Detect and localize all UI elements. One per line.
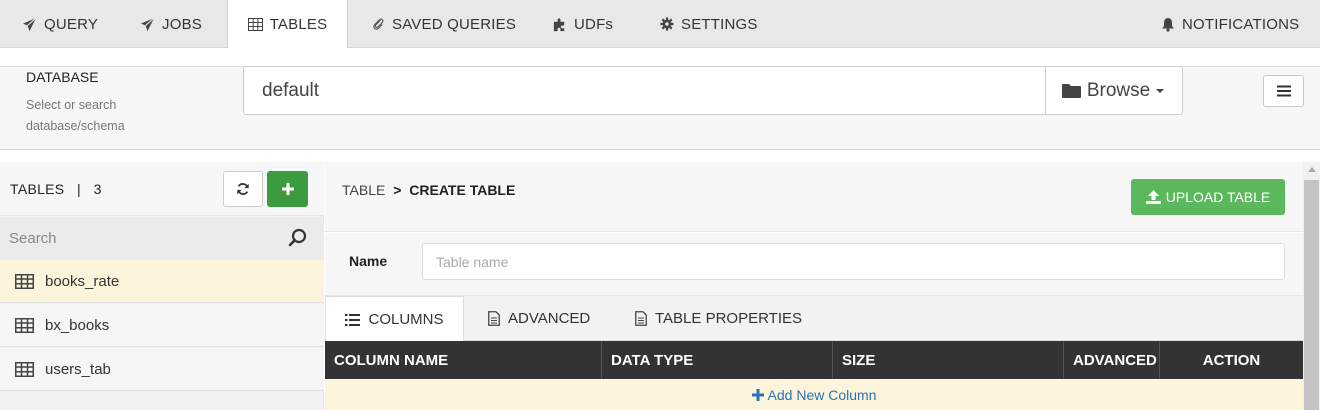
scroll-up-arrow-icon[interactable] <box>1308 167 1316 172</box>
document-icon <box>635 311 647 326</box>
table-item-bx-books[interactable]: bx_books <box>0 304 324 347</box>
search-icon[interactable] <box>288 228 308 248</box>
tab-columns[interactable]: COLUMNS <box>325 296 464 342</box>
name-label: Name <box>349 253 388 269</box>
header-column-name: COLUMN NAME <box>325 341 602 379</box>
upload-label: UPLOAD TABLE <box>1165 189 1271 205</box>
tab-saved-queries[interactable]: SAVED QUERIES <box>372 0 516 48</box>
table-name-input[interactable]: Table name <box>422 243 1285 280</box>
browse-button[interactable]: Browse <box>1045 66 1183 115</box>
table-icon <box>15 273 34 289</box>
tab-label: ADVANCED <box>508 310 591 327</box>
tab-udfs[interactable]: UDFs <box>552 0 613 48</box>
header-data-type: DATA TYPE <box>602 341 833 379</box>
tab-jobs[interactable]: JOBS <box>140 0 202 48</box>
folder-icon <box>1061 84 1081 98</box>
breadcrumb: TABLE > CREATE TABLE <box>342 182 515 198</box>
tables-count-value: 3 <box>93 181 102 197</box>
table-name: books_rate <box>45 272 120 290</box>
tab-settings[interactable]: SETTINGS <box>660 0 758 48</box>
header-size: SIZE <box>833 341 1064 379</box>
columns-table-header: COLUMN NAME DATA TYPE SIZE ADVANCED ACTI… <box>325 341 1303 379</box>
gear-icon <box>660 17 674 31</box>
document-icon <box>488 311 500 326</box>
database-bar: DATABASE Select or search database/schem… <box>0 66 1320 150</box>
tables-count: TABLES | 3 <box>10 181 102 197</box>
bell-icon <box>1162 17 1174 32</box>
list-icon <box>345 313 361 326</box>
hamburger-icon <box>1276 85 1291 97</box>
paper-plane-icon <box>22 17 37 31</box>
create-table-panel: TABLE > CREATE TABLE UPLOAD TABLE Name T… <box>325 162 1303 410</box>
tab-label: JOBS <box>162 15 202 33</box>
tab-query[interactable]: QUERY <box>22 0 98 48</box>
top-nav: QUERY JOBS TABLES SAVED QUERIES UDFs SET… <box>0 0 1320 48</box>
menu-button[interactable] <box>1263 75 1304 107</box>
browse-label: Browse <box>1086 79 1151 101</box>
refresh-icon <box>237 183 249 195</box>
refresh-button[interactable] <box>223 171 263 207</box>
tables-title: TABLES <box>10 181 65 197</box>
tables-separator: | <box>68 181 90 197</box>
table-icon <box>15 361 34 377</box>
table-name-row: Name Table name <box>325 233 1303 296</box>
database-input[interactable]: default <box>243 66 1046 115</box>
puzzle-icon <box>553 17 565 31</box>
tab-label: UDFs <box>574 15 614 33</box>
create-table-tabs: COLUMNS ADVANCED TABLE PROPERTIES <box>325 296 1303 342</box>
table-name: users_tab <box>45 360 111 378</box>
tab-label: SAVED QUERIES <box>392 15 517 33</box>
database-title: DATABASE <box>26 69 99 85</box>
table-search[interactable]: Search <box>0 217 324 260</box>
panel-header: TABLE > CREATE TABLE UPLOAD TABLE <box>325 162 1303 232</box>
table-icon <box>15 317 34 333</box>
paper-plane-icon <box>140 17 155 31</box>
tab-table-properties[interactable]: TABLE PROPERTIES <box>635 296 802 341</box>
breadcrumb-current: CREATE TABLE <box>409 182 516 198</box>
add-table-button[interactable] <box>267 171 308 207</box>
table-item-users-tab[interactable]: users_tab <box>0 348 324 391</box>
tab-label: SETTINGS <box>681 15 758 33</box>
plus-icon <box>281 183 294 195</box>
tab-tables[interactable]: TABLES <box>227 0 348 48</box>
table-icon <box>247 17 263 31</box>
header-action: ACTION <box>1202 351 1261 369</box>
tab-advanced[interactable]: ADVANCED <box>488 296 590 341</box>
add-column-row: Add New Column <box>325 379 1303 410</box>
notifications-button[interactable]: NOTIFICATIONS <box>1161 0 1299 48</box>
plus-icon <box>751 388 764 401</box>
table-item-books-rate[interactable]: books_rate <box>0 260 324 303</box>
add-column-link[interactable]: Add New Column <box>768 387 877 403</box>
search-input[interactable]: Search <box>9 230 57 247</box>
tab-label: TABLE PROPERTIES <box>655 310 802 327</box>
paperclip-icon <box>373 18 384 30</box>
caret-down-icon <box>1156 88 1165 93</box>
breadcrumb-root[interactable]: TABLE <box>342 182 385 198</box>
tab-label: COLUMNS <box>368 311 444 328</box>
header-advanced: ADVANCED <box>1064 341 1160 379</box>
breadcrumb-separator: > <box>393 182 402 198</box>
tab-label: QUERY <box>44 15 99 33</box>
table-name: bx_books <box>45 316 110 334</box>
upload-icon <box>1145 190 1161 204</box>
upload-table-button[interactable]: UPLOAD TABLE <box>1131 179 1285 215</box>
tables-sidebar: TABLES | 3 Search books_rate bx_books us… <box>0 162 324 410</box>
tab-label: TABLES <box>269 15 328 33</box>
notifications-label: NOTIFICATIONS <box>1182 15 1300 33</box>
scrollbar-thumb[interactable] <box>1304 180 1319 410</box>
tables-header: TABLES | 3 <box>0 162 324 216</box>
scrollbar[interactable] <box>1303 162 1320 410</box>
database-hint: Select or search database/schema <box>26 98 125 133</box>
